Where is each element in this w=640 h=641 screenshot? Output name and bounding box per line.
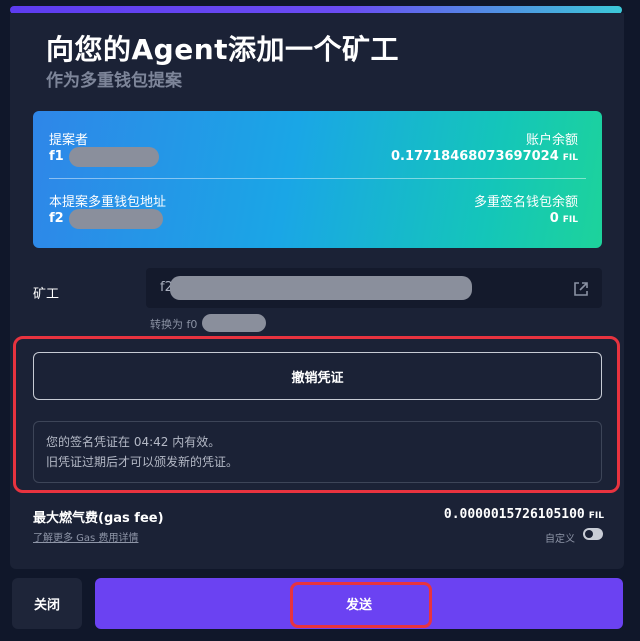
- balance-unit: FIL: [562, 153, 578, 163]
- max-gas-fee-label: 最大燃气费(gas fee): [33, 511, 164, 526]
- convert-to-id-address: 转换为 f0: [150, 318, 198, 331]
- modal-title: 向您的Agent添加一个矿工: [46, 33, 400, 66]
- custom-gas-label: 自定义: [545, 534, 575, 545]
- redacted-miner-address: [170, 276, 472, 300]
- multisig-address: f2: [49, 211, 64, 226]
- credential-validity-text: 您的签名凭证在 04:42 内有效。: [46, 435, 221, 449]
- redacted-id-address: [202, 314, 266, 332]
- multisig-address-label: 本提案多重钱包地址: [49, 195, 167, 210]
- card-divider: [49, 178, 586, 179]
- modal-subtitle: 作为多重钱包提案: [46, 71, 182, 91]
- credential-info-box: 您的签名凭证在 04:42 内有效。 旧凭证过期后才可以颁发新的凭证。: [33, 421, 602, 483]
- multisig-balance-value: 0 FIL: [550, 211, 578, 226]
- multisig-balance-label: 多重签名钱包余额: [473, 195, 578, 210]
- credential-reissue-text: 旧凭证过期后才可以颁发新的凭证。: [46, 455, 239, 469]
- redacted-multisig-address: [69, 209, 163, 229]
- gas-fee-amount: 0.0000015726105100: [443, 507, 585, 522]
- proposal-summary-card: 提案者 f1 账户余额 0.17718468073697024 FIL 本提案多重…: [33, 111, 602, 248]
- external-link-icon[interactable]: [572, 280, 590, 298]
- miner-address-field[interactable]: f2: [146, 268, 602, 308]
- send-highlight-outline: [290, 582, 432, 628]
- close-button[interactable]: 关闭: [12, 578, 82, 629]
- balance-value: 0.17718468073697024 FIL: [391, 149, 578, 164]
- multisig-balance-amount: 0: [549, 211, 559, 226]
- max-gas-fee-value: 0.0000015726105100 FIL: [444, 507, 604, 522]
- balance-label: 账户余额: [525, 133, 578, 148]
- toggle-knob: [585, 530, 593, 538]
- revoke-credential-button[interactable]: 撤销凭证: [33, 352, 602, 400]
- gas-fee-details-link[interactable]: 了解更多 Gas 费用详情: [33, 529, 138, 544]
- redacted-proposer-address: [69, 147, 159, 167]
- multisig-balance-unit: FIL: [562, 215, 578, 225]
- proposer-address: f1: [49, 149, 64, 164]
- balance-amount: 0.17718468073697024: [391, 149, 559, 164]
- miner-label: 矿工: [33, 287, 60, 302]
- proposer-label: 提案者: [49, 133, 89, 148]
- gas-fee-unit: FIL: [588, 511, 604, 521]
- custom-gas-toggle[interactable]: [583, 528, 603, 540]
